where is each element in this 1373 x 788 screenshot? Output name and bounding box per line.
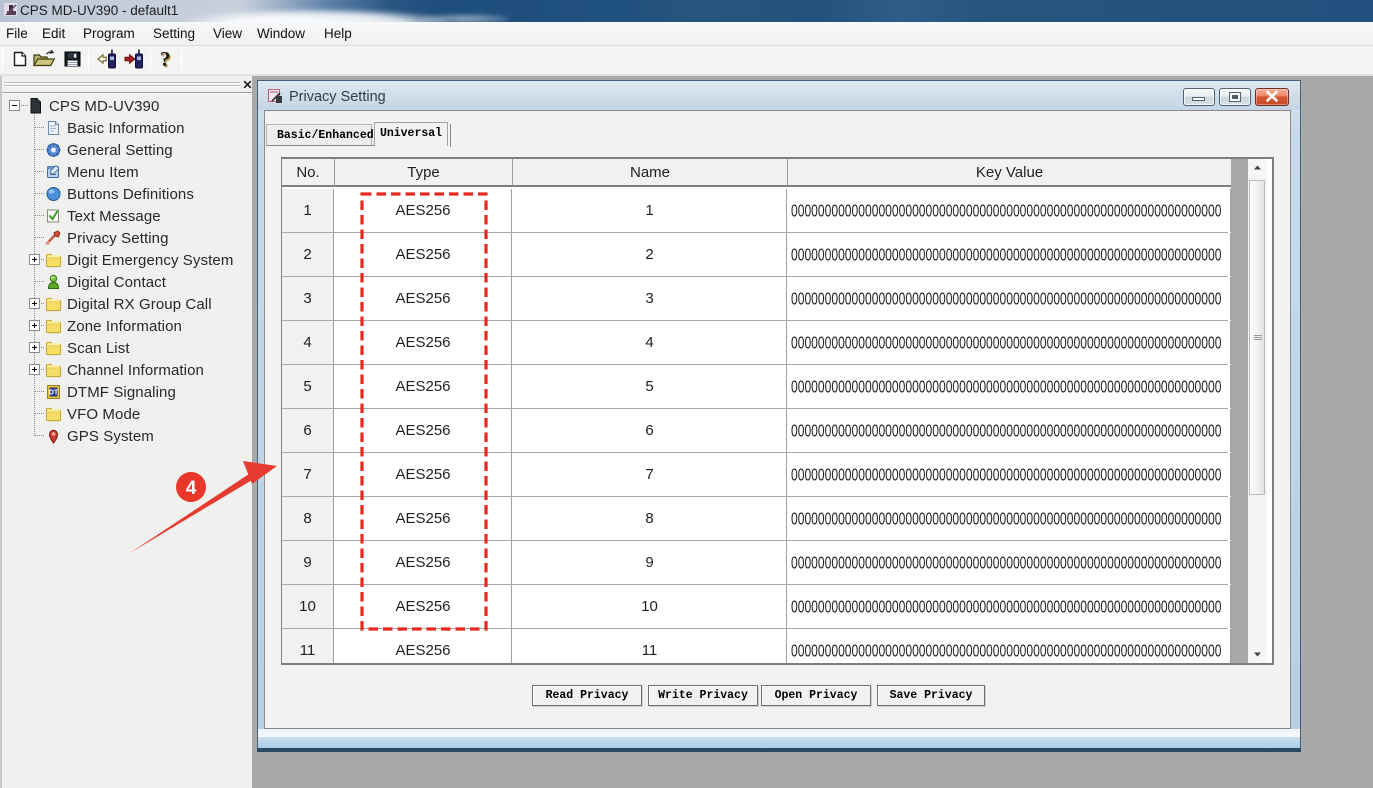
svg-text:4: 4 <box>186 478 197 499</box>
